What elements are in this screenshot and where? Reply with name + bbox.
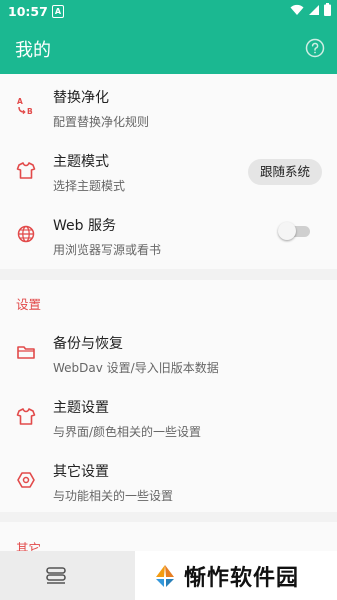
other-settings-desc: 与功能相关的一些设置: [53, 489, 174, 503]
bottom-nav-button[interactable]: [0, 551, 135, 600]
svg-text:A: A: [17, 97, 23, 106]
watermark: 惭怍软件园: [152, 561, 299, 591]
theme-mode-desc: 选择主题模式: [53, 179, 126, 193]
backup-restore-item[interactable]: 备份与恢复 WebDav 设置/导入旧版本数据: [0, 320, 337, 384]
wifi-icon: [290, 4, 304, 15]
svg-text:B: B: [27, 107, 33, 116]
theme-settings-desc: 与界面/颜色相关的一些设置: [53, 425, 202, 439]
replace-rules-label: 替换净化: [53, 90, 109, 106]
app-bar: 我的: [0, 24, 337, 74]
shirt-icon: [16, 162, 36, 179]
toggle-thumb: [278, 222, 296, 240]
other-settings-item[interactable]: 其它设置 与功能相关的一些设置: [0, 448, 337, 512]
replace-rules-item[interactable]: A B 替换净化 配置替换净化规则: [0, 74, 337, 138]
folder-icon: [17, 346, 35, 359]
watermark-logo-icon: [156, 565, 174, 587]
theme-settings-label: 主题设置: [53, 400, 109, 416]
watermark-text: 惭怍软件园: [184, 566, 300, 591]
web-service-desc: 用浏览器写源或看书: [53, 243, 162, 257]
status-bar: 10:57 A: [0, 0, 337, 24]
backup-restore-desc: WebDav 设置/导入旧版本数据: [53, 361, 219, 375]
top-settings-card: A B 替换净化 配置替换净化规则 主题模式 选择主题模式 跟随系统 Web 服…: [0, 74, 337, 269]
other-settings-label: 其它设置: [53, 464, 109, 480]
theme-mode-select[interactable]: 跟随系统: [248, 159, 322, 185]
notification-icon: A: [52, 5, 64, 18]
system-icons: [290, 3, 331, 16]
status-time: 10:57: [8, 4, 48, 19]
hexagon-settings-icon: [17, 472, 35, 488]
settings-section-title: 设置: [16, 297, 42, 312]
web-service-label: Web 服务: [53, 218, 116, 234]
replace-rules-desc: 配置替换净化规则: [53, 115, 150, 129]
help-icon[interactable]: [305, 38, 325, 58]
shirt-icon: [16, 408, 36, 425]
theme-mode-label: 主题模式: [53, 154, 109, 170]
backup-restore-label: 备份与恢复: [53, 336, 123, 352]
globe-icon: [17, 225, 35, 243]
settings-card: 设置 备份与恢复 WebDav 设置/导入旧版本数据 主题设置 与界面/颜色相关…: [0, 280, 337, 512]
page-title: 我的: [15, 40, 51, 61]
battery-icon: [324, 3, 331, 16]
replace-icon: A B: [17, 97, 33, 116]
web-service-toggle[interactable]: [278, 222, 312, 240]
theme-settings-item[interactable]: 主题设置 与界面/颜色相关的一些设置: [0, 384, 337, 448]
signal-icon: [309, 4, 319, 15]
bookshelf-icon: [46, 567, 66, 584]
